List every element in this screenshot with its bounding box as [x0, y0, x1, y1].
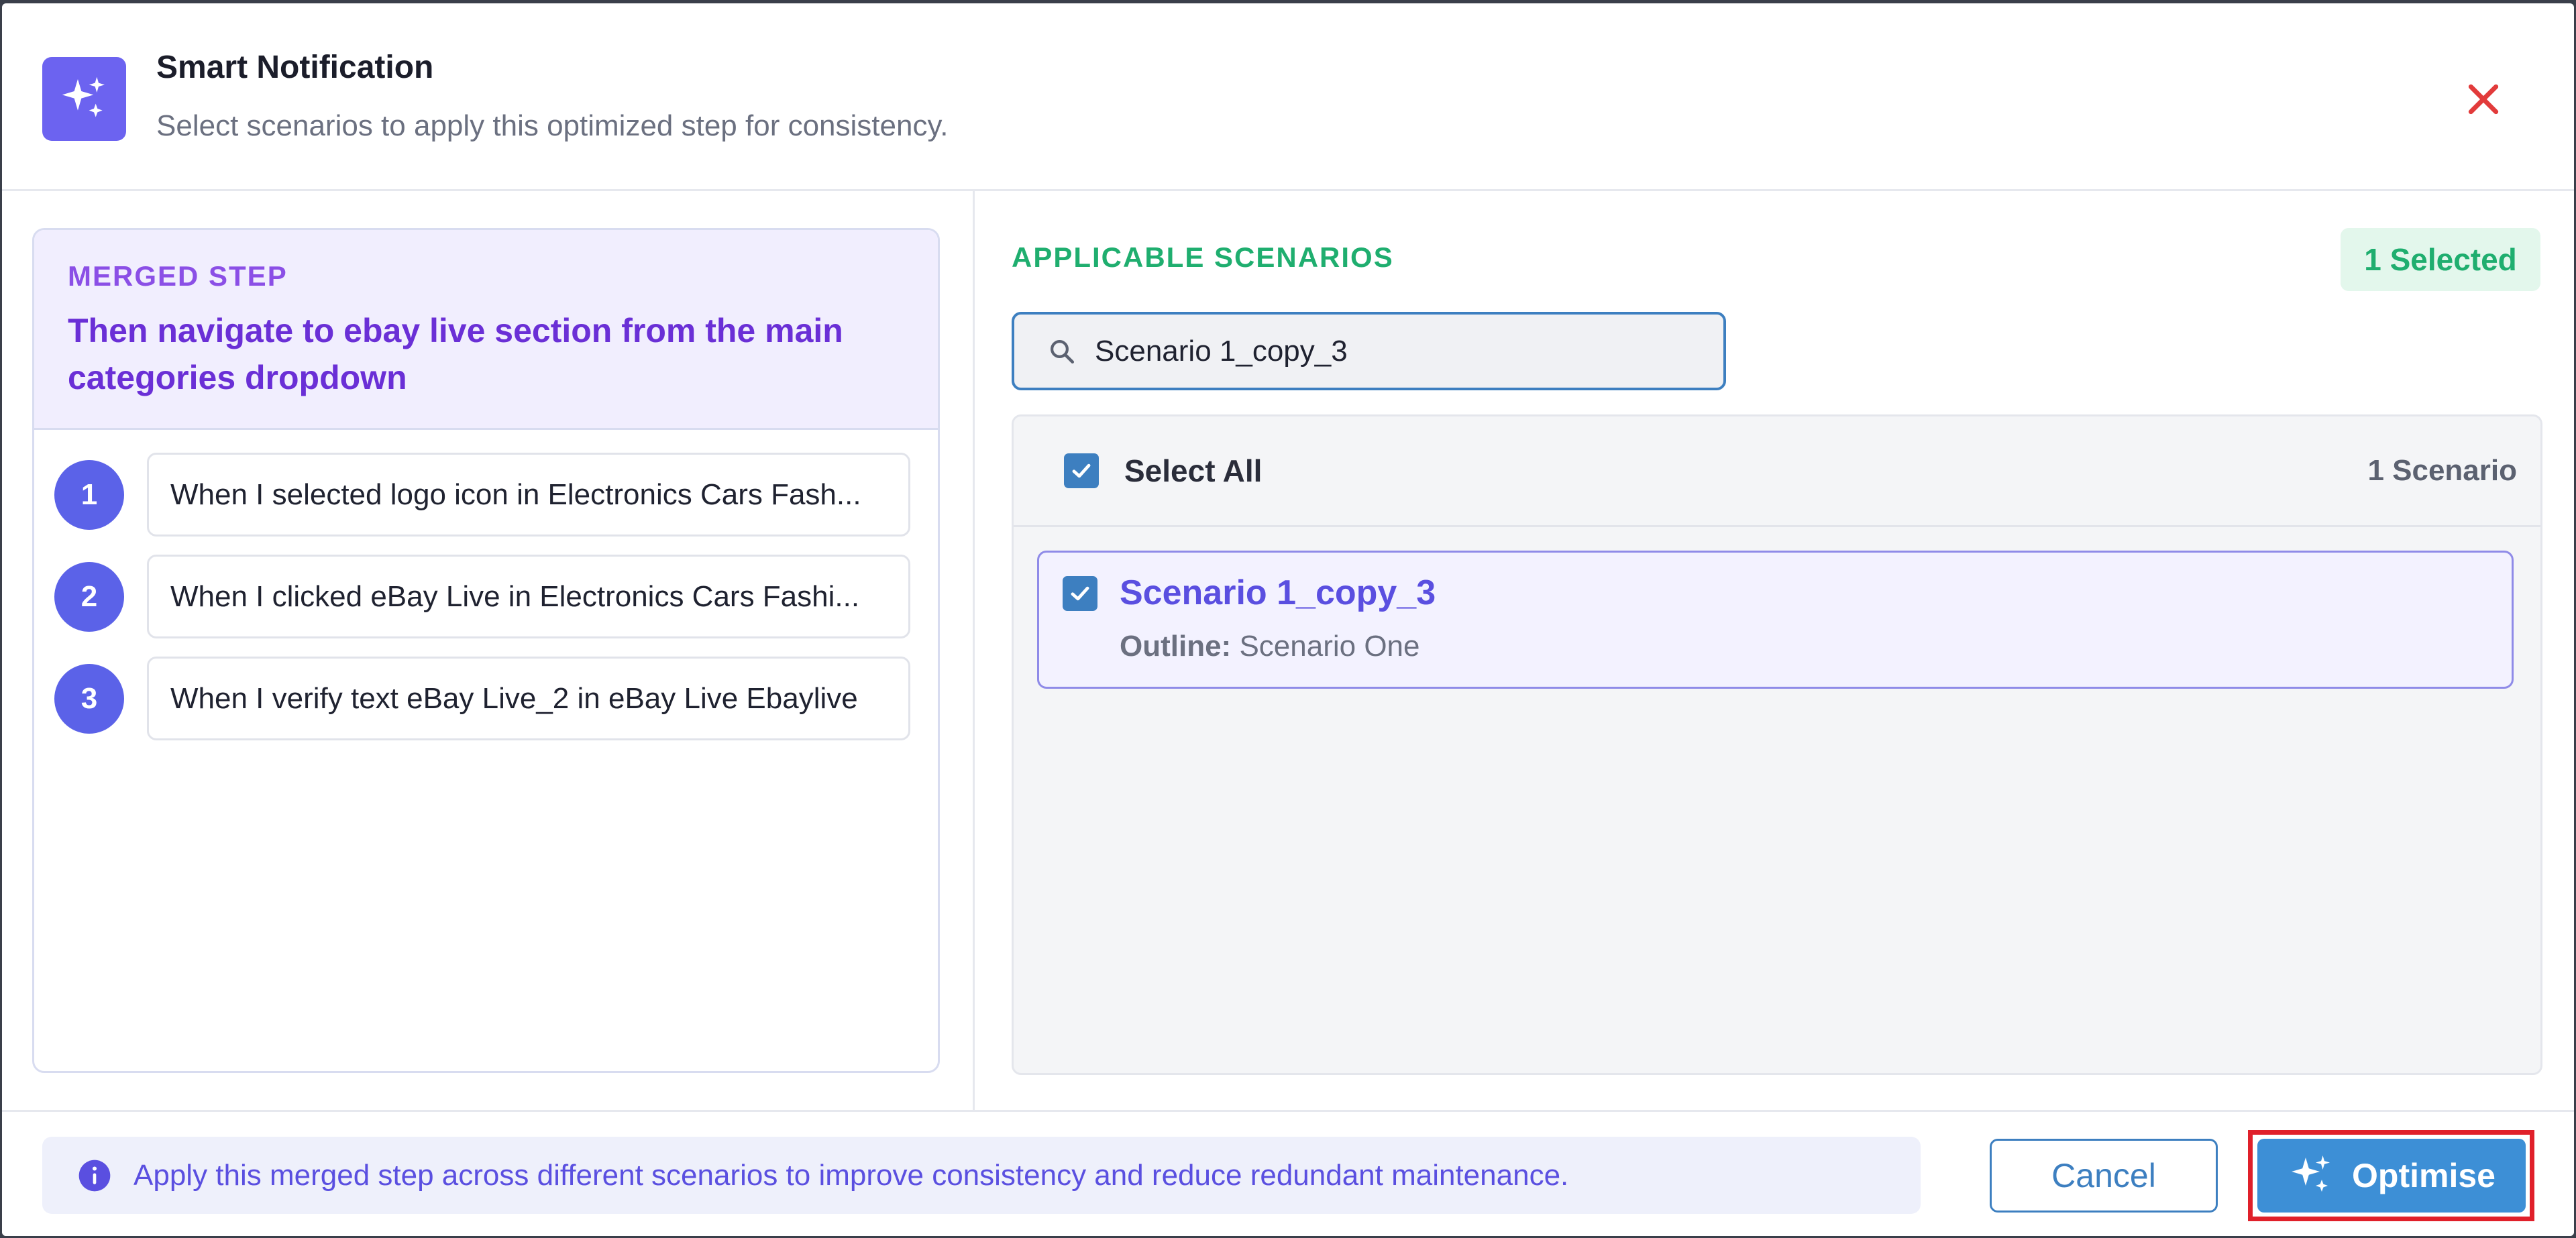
- step-text: When I verify text eBay Live_2 in eBay L…: [170, 681, 858, 715]
- search-icon: [1051, 339, 1075, 363]
- applicable-scenarios-label: APPLICABLE SCENARIOS: [1012, 241, 1394, 273]
- scenario-count: 1 Scenario: [2367, 454, 2517, 487]
- smart-notification-dialog: Smart Notification Select scenarios to a…: [2, 3, 2574, 1236]
- info-text: Apply this merged step across different …: [133, 1158, 1569, 1192]
- select-all-row: Select All 1 Scenario: [1014, 416, 2540, 527]
- checkmark-icon: [1071, 586, 1089, 601]
- step-text-box: When I verify text eBay Live_2 in eBay L…: [147, 657, 910, 740]
- step-text: When I clicked eBay Live in Electronics …: [170, 579, 860, 613]
- merged-step-card: MERGED STEP Then navigate to ebay live s…: [32, 228, 940, 1073]
- step-item: 3 When I verify text eBay Live_2 in eBay…: [54, 657, 920, 740]
- dialog-subtitle: Select scenarios to apply this optimized…: [156, 109, 949, 142]
- step-number: 2: [54, 561, 124, 632]
- step-number: 1: [54, 459, 124, 530]
- optimise-label: Optimise: [2352, 1157, 2496, 1194]
- outline-value: Scenario One: [1239, 630, 1420, 663]
- step-text-box: When I clicked eBay Live in Electronics …: [147, 555, 910, 638]
- sparkles-icon: [42, 57, 126, 141]
- select-all-label: Select All: [1124, 453, 1263, 488]
- merged-step-header: MERGED STEP Then navigate to ebay live s…: [34, 230, 938, 430]
- info-icon: [78, 1160, 111, 1191]
- info-banner: Apply this merged step across different …: [42, 1137, 1921, 1214]
- dialog-title: Smart Notification: [156, 50, 434, 85]
- close-icon: [2468, 84, 2499, 115]
- scenarios-column: APPLICABLE SCENARIOS 1 Selected Select A…: [977, 191, 2574, 1110]
- selected-count-badge: 1 Selected: [2341, 228, 2540, 291]
- dialog-footer: Apply this merged step across different …: [2, 1110, 2574, 1236]
- select-all-checkbox[interactable]: [1064, 453, 1099, 488]
- outline-label: Outline:: [1120, 630, 1232, 663]
- merged-step-text: Then navigate to ebay live section from …: [68, 312, 843, 396]
- scenario-search-box[interactable]: [1012, 312, 1726, 390]
- step-number: 3: [54, 663, 124, 734]
- scenario-list-panel: Select All 1 Scenario Scenario 1_copy_3 …: [1012, 414, 2542, 1075]
- checkmark-icon: [1072, 463, 1091, 478]
- merged-step-label: MERGED STEP: [68, 260, 288, 292]
- optimise-button[interactable]: Optimise: [2257, 1139, 2526, 1213]
- sparkles-icon: [2292, 1156, 2330, 1192]
- step-text-box: When I selected logo icon in Electronics…: [147, 453, 910, 537]
- scenario-name: Scenario 1_copy_3: [1120, 573, 1436, 612]
- scenario-checkbox[interactable]: [1063, 576, 1097, 611]
- step-text: When I selected logo icon in Electronics…: [170, 477, 861, 511]
- scenario-item[interactable]: Scenario 1_copy_3 Outline: Scenario One: [1037, 551, 2514, 689]
- merged-step-column: MERGED STEP Then navigate to ebay live s…: [2, 191, 975, 1110]
- scenario-outline: Outline: Scenario One: [1120, 630, 1420, 663]
- search-input[interactable]: [1095, 334, 1699, 368]
- step-item: 1 When I selected logo icon in Electroni…: [54, 453, 920, 537]
- close-button[interactable]: [2460, 76, 2507, 123]
- step-item: 2 When I clicked eBay Live in Electronic…: [54, 555, 920, 638]
- cancel-button[interactable]: Cancel: [1990, 1139, 2218, 1213]
- dialog-header: Smart Notification Select scenarios to a…: [2, 3, 2574, 191]
